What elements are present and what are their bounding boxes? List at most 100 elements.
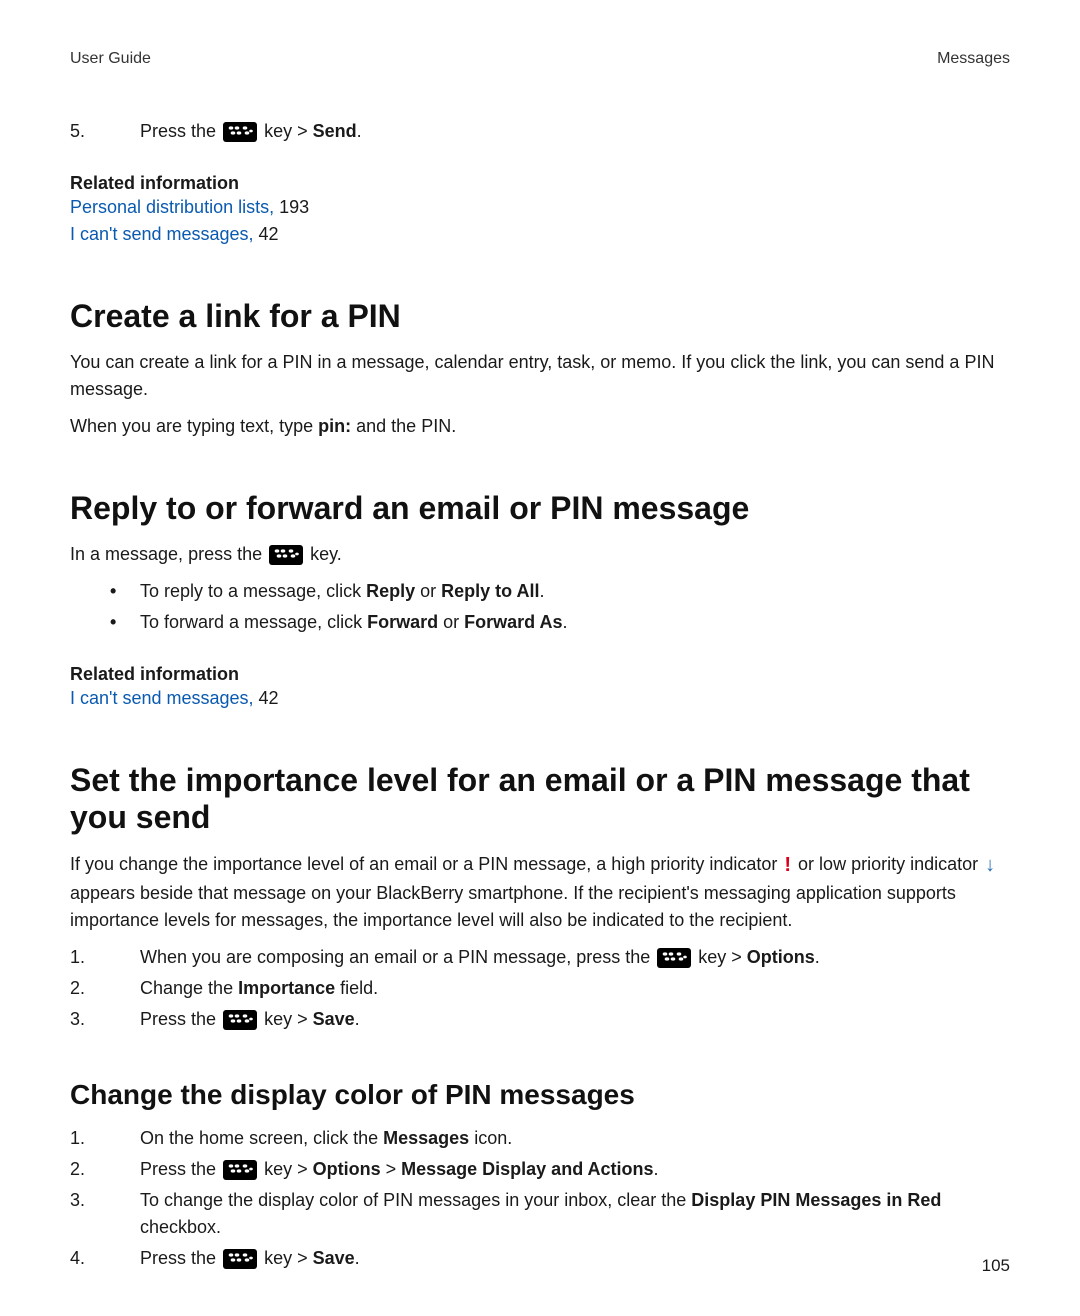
- page: User Guide Messages 5. Press the key > S…: [0, 0, 1080, 1316]
- heading-change-display-color: Change the display color of PIN messages: [70, 1079, 1010, 1111]
- text: and the PIN.: [351, 416, 456, 436]
- blackberry-key-icon: [223, 1160, 257, 1180]
- options-label: Options: [747, 947, 815, 967]
- related-link-line: I can't send messages, 42: [70, 221, 1010, 248]
- related-information-heading: Related information: [70, 664, 1010, 685]
- text: or: [438, 612, 464, 632]
- page-header: User Guide Messages: [70, 50, 1010, 68]
- forward-label: Forward: [367, 612, 438, 632]
- step-3: 3. To change the display color of PIN me…: [70, 1187, 1010, 1241]
- bullet-reply: • To reply to a message, click Reply or …: [110, 578, 1010, 605]
- save-label: Save: [313, 1009, 355, 1029]
- text: To forward a message, click: [140, 612, 367, 632]
- text: When you are typing text, type: [70, 416, 318, 436]
- step-number: 2.: [70, 1156, 100, 1183]
- text: .: [355, 1009, 360, 1029]
- text: .: [654, 1159, 659, 1179]
- heading-create-link-for-pin: Create a link for a PIN: [70, 298, 1010, 335]
- related-information-heading: Related information: [70, 173, 1010, 194]
- text: checkbox.: [140, 1217, 221, 1237]
- page-ref: 42: [254, 688, 279, 708]
- text: key >: [264, 1009, 313, 1029]
- paragraph: When you are typing text, type pin: and …: [70, 413, 1010, 440]
- blackberry-key-icon: [223, 122, 257, 142]
- bullet-icon: •: [110, 609, 140, 636]
- forward-as-label: Forward As: [464, 612, 562, 632]
- related-link-line: I can't send messages, 42: [70, 685, 1010, 712]
- link-cant-send-messages[interactable]: I can't send messages,: [70, 224, 254, 244]
- header-left: User Guide: [70, 50, 151, 68]
- text: key >: [264, 121, 313, 141]
- step-5: 5. Press the key > Send.: [70, 118, 1010, 145]
- step-3: 3. Press the key > Save.: [70, 1006, 1010, 1033]
- text: .: [539, 581, 544, 601]
- pin-keyword: pin:: [318, 416, 351, 436]
- related-link-line: Personal distribution lists, 193: [70, 194, 1010, 221]
- bullet-forward: • To forward a message, click Forward or…: [110, 609, 1010, 636]
- text: Press the: [140, 121, 221, 141]
- link-cant-send-messages[interactable]: I can't send messages,: [70, 688, 254, 708]
- text: .: [815, 947, 820, 967]
- reply-all-label: Reply to All: [441, 581, 539, 601]
- save-label: Save: [313, 1248, 355, 1268]
- heading-reply-forward: Reply to or forward an email or PIN mess…: [70, 490, 1010, 527]
- step-body: Press the key > Send.: [140, 118, 1010, 145]
- bullet-icon: •: [110, 578, 140, 605]
- text: Change the: [140, 978, 238, 998]
- step-number: 3.: [70, 1187, 100, 1214]
- bullet-body: To reply to a message, click Reply or Re…: [140, 578, 1010, 605]
- text: key >: [264, 1159, 313, 1179]
- text: Press the: [140, 1159, 221, 1179]
- options-label: Options: [313, 1159, 381, 1179]
- step-number: 1.: [70, 1125, 100, 1152]
- messages-label: Messages: [383, 1128, 469, 1148]
- blackberry-key-icon: [269, 545, 303, 565]
- blackberry-key-icon: [223, 1010, 257, 1030]
- step-2: 2. Press the key > Options > Message Dis…: [70, 1156, 1010, 1183]
- step-body: To change the display color of PIN messa…: [140, 1187, 1010, 1241]
- step-2: 2. Change the Importance field.: [70, 975, 1010, 1002]
- text: .: [562, 612, 567, 632]
- step-number: 4.: [70, 1245, 100, 1272]
- step-body: Press the key > Save.: [140, 1245, 1010, 1272]
- blackberry-key-icon: [223, 1249, 257, 1269]
- page-number: 105: [982, 1256, 1010, 1276]
- send-label: Send: [313, 121, 357, 141]
- step-number: 1.: [70, 944, 100, 971]
- heading-set-importance: Set the importance level for an email or…: [70, 762, 1010, 836]
- step-number: 5.: [70, 118, 100, 145]
- paragraph: In a message, press the key.: [70, 541, 1010, 568]
- step-body: Press the key > Options > Message Displa…: [140, 1156, 1010, 1183]
- display-pin-red-label: Display PIN Messages in Red: [691, 1190, 941, 1210]
- step-body: Press the key > Save.: [140, 1006, 1010, 1033]
- text: >: [381, 1159, 402, 1179]
- header-right: Messages: [937, 50, 1010, 68]
- step-number: 2.: [70, 975, 100, 1002]
- step-body: When you are composing an email or a PIN…: [140, 944, 1010, 971]
- step-1: 1. On the home screen, click the Message…: [70, 1125, 1010, 1152]
- page-ref: 42: [254, 224, 279, 244]
- high-priority-icon: !: [784, 854, 791, 876]
- step-body: On the home screen, click the Messages i…: [140, 1125, 1010, 1152]
- blackberry-key-icon: [657, 948, 691, 968]
- text: or: [415, 581, 441, 601]
- text: key >: [264, 1248, 313, 1268]
- step-4: 4. Press the key > Save.: [70, 1245, 1010, 1272]
- paragraph: You can create a link for a PIN in a mes…: [70, 349, 1010, 403]
- text: .: [357, 121, 362, 141]
- link-personal-distribution-lists[interactable]: Personal distribution lists,: [70, 197, 274, 217]
- step-1: 1. When you are composing an email or a …: [70, 944, 1010, 971]
- page-ref: 193: [274, 197, 309, 217]
- text: field.: [335, 978, 378, 998]
- text: or low priority indicator: [793, 854, 983, 874]
- text: icon.: [469, 1128, 512, 1148]
- text: key >: [698, 947, 747, 967]
- text: If you change the importance level of an…: [70, 854, 782, 874]
- bullet-body: To forward a message, click Forward or F…: [140, 609, 1010, 636]
- text: Press the: [140, 1009, 221, 1029]
- reply-label: Reply: [366, 581, 415, 601]
- text: To reply to a message, click: [140, 581, 366, 601]
- importance-label: Importance: [238, 978, 335, 998]
- paragraph: If you change the importance level of an…: [70, 850, 1010, 934]
- text: .: [355, 1248, 360, 1268]
